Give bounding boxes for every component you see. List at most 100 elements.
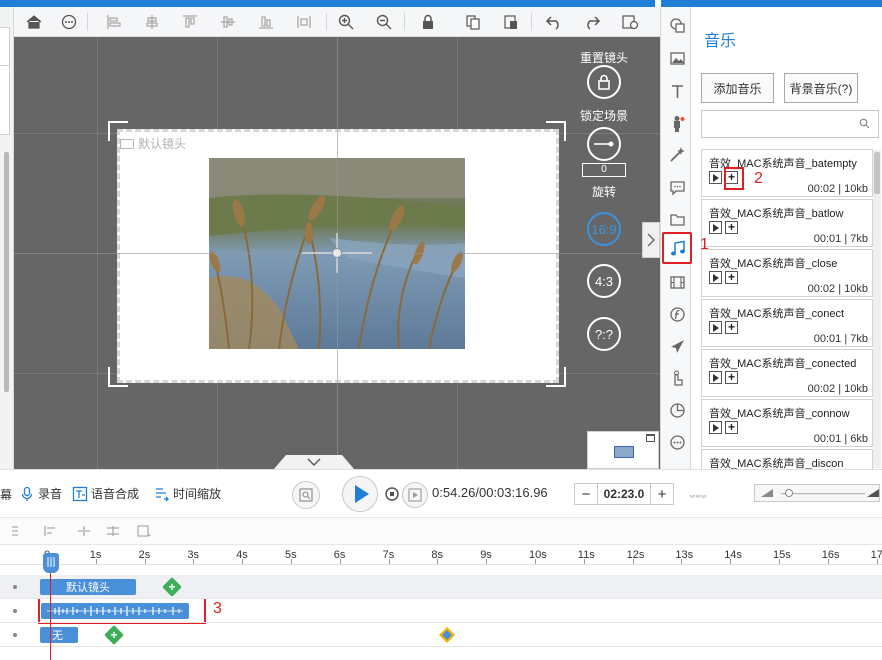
paste-icon[interactable] bbox=[499, 10, 523, 34]
align-left-icon[interactable] bbox=[102, 10, 126, 34]
background-music-button[interactable]: 背景音乐(?) bbox=[784, 73, 858, 103]
rotation-dial[interactable] bbox=[587, 127, 621, 161]
music-list-item[interactable]: 音效_MAC系统声音_discon+ | bbox=[701, 449, 873, 469]
marker-icon[interactable] bbox=[136, 524, 152, 538]
zoom-slider-knob[interactable] bbox=[785, 489, 793, 497]
ratio-custom-button[interactable]: ?:? bbox=[580, 317, 628, 351]
keyframe-marker[interactable] bbox=[439, 627, 455, 643]
playhead-handle[interactable] bbox=[43, 553, 59, 573]
music-list-item[interactable]: 音效_MAC系统声音_batlow +00:01 | 7kb bbox=[701, 199, 873, 247]
plane-icon[interactable] bbox=[665, 334, 689, 358]
mini-preview[interactable] bbox=[587, 431, 659, 469]
stop-icon[interactable] bbox=[384, 486, 400, 502]
maximize-icon[interactable] bbox=[646, 434, 655, 442]
zoom-out-icon[interactable] bbox=[372, 10, 396, 34]
character-icon[interactable] bbox=[665, 111, 689, 135]
shape-icon[interactable] bbox=[665, 13, 689, 37]
align-center-icon[interactable] bbox=[140, 10, 164, 34]
add-to-timeline-icon[interactable]: + bbox=[725, 271, 738, 284]
play-preview-icon[interactable] bbox=[709, 171, 722, 184]
play-preview-icon[interactable] bbox=[709, 371, 722, 384]
effect-clip[interactable]: 无 bbox=[40, 627, 78, 643]
music-list-item[interactable]: 音效_MAC系统声音_connow +00:01 | 6kb bbox=[701, 399, 873, 447]
reset-camera-control[interactable]: 重置镜头 bbox=[580, 49, 628, 66]
more-icon[interactable] bbox=[57, 10, 81, 34]
ratio-16-9-label[interactable]: 16:9 bbox=[587, 212, 621, 246]
editing-canvas[interactable]: 默认镜头 重置镜头 锁定场景 0 旋转 16:9 4:3 ?:? bbox=[14, 37, 660, 469]
play-preview-icon[interactable] bbox=[709, 321, 722, 334]
align-track-left-icon[interactable] bbox=[43, 524, 59, 538]
folder-icon[interactable] bbox=[665, 207, 689, 231]
add-to-timeline-icon[interactable]: + bbox=[725, 371, 738, 384]
duration-value[interactable]: 02:23.0 bbox=[597, 484, 651, 504]
video-icon[interactable] bbox=[665, 270, 689, 294]
ratio-16-9-button[interactable]: 16:9 bbox=[580, 212, 628, 246]
record-button[interactable]: 录音 bbox=[19, 485, 62, 502]
copy-icon[interactable] bbox=[461, 10, 485, 34]
add-to-timeline-icon[interactable]: + bbox=[725, 421, 738, 434]
time-scale-button[interactable]: 时间缩放 bbox=[154, 485, 221, 502]
scene-thumb-box[interactable] bbox=[0, 27, 10, 67]
add-music-button[interactable]: 添加音乐 bbox=[701, 73, 774, 103]
music-list-item[interactable]: 音效_MAC系统声音_close +00:02 | 10kb bbox=[701, 249, 873, 297]
add-effect-keyframe-button[interactable]: + bbox=[104, 625, 124, 645]
play-preview-icon[interactable] bbox=[709, 271, 722, 284]
music-icon[interactable] bbox=[662, 232, 692, 264]
camera-track[interactable]: 默认镜头 + bbox=[0, 575, 882, 599]
redo-icon[interactable] bbox=[580, 10, 604, 34]
scene-thumb-box[interactable] bbox=[0, 65, 10, 135]
formula-icon[interactable] bbox=[665, 302, 689, 326]
ratio-custom-label[interactable]: ?:? bbox=[587, 317, 621, 351]
zoom-in-icon[interactable] bbox=[334, 10, 358, 34]
more-icon[interactable] bbox=[665, 430, 689, 454]
lock-icon[interactable] bbox=[587, 65, 621, 99]
align-middle-icon[interactable] bbox=[216, 10, 240, 34]
preview-frame-button[interactable] bbox=[292, 481, 320, 509]
audio-track[interactable] bbox=[0, 599, 882, 623]
lock-scene-button[interactable]: 锁定场景 bbox=[580, 65, 628, 124]
timeline-tool-icon[interactable] bbox=[10, 524, 26, 538]
zoom-in-triangle-icon[interactable] bbox=[867, 489, 879, 497]
distribute-icon[interactable] bbox=[292, 10, 316, 34]
play-from-here-button[interactable] bbox=[402, 482, 428, 508]
lock-icon[interactable] bbox=[416, 10, 440, 34]
add-to-timeline-icon[interactable]: + bbox=[725, 221, 738, 234]
align-top-icon[interactable] bbox=[178, 10, 202, 34]
search-icon[interactable] bbox=[859, 118, 870, 129]
collapse-timeline-tab[interactable] bbox=[274, 455, 354, 469]
home-icon[interactable] bbox=[22, 10, 46, 34]
split-clip-icon[interactable] bbox=[76, 524, 92, 538]
timeline-ruler[interactable]: 01s2s3s4s5s6s7s8s9s10s11s12s13s14s15s16s… bbox=[0, 545, 882, 565]
merge-clip-icon[interactable] bbox=[105, 524, 121, 538]
rotation-value[interactable]: 0 bbox=[582, 163, 626, 177]
duration-plus-button[interactable]: + bbox=[651, 484, 673, 504]
duration-minus-button[interactable]: − bbox=[575, 484, 597, 504]
music-search-input[interactable] bbox=[701, 110, 879, 138]
timeline-fit-icon[interactable] bbox=[690, 488, 706, 504]
settings-icon[interactable] bbox=[618, 10, 642, 34]
music-list-scrollbar[interactable] bbox=[873, 150, 881, 468]
image-icon[interactable] bbox=[665, 46, 689, 70]
ratio-4-3-button[interactable]: 4:3 bbox=[580, 264, 628, 298]
duration-control[interactable]: − 02:23.0 + bbox=[574, 483, 674, 505]
undo-icon[interactable] bbox=[542, 10, 566, 34]
camera-clip[interactable]: 默认镜头 bbox=[40, 579, 136, 595]
bubble-icon[interactable] bbox=[665, 175, 689, 199]
ratio-4-3-label[interactable]: 4:3 bbox=[587, 264, 621, 298]
zoom-out-triangle-icon[interactable] bbox=[761, 489, 773, 497]
audio-clip[interactable] bbox=[41, 603, 189, 619]
music-list-item[interactable]: 音效_MAC系统声音_conected +00:02 | 10kb bbox=[701, 349, 873, 397]
align-bottom-icon[interactable] bbox=[254, 10, 278, 34]
timeline-zoom-slider[interactable] bbox=[754, 484, 880, 502]
scene-list-scrollbar[interactable] bbox=[4, 152, 9, 392]
tts-button[interactable]: 语音合成 bbox=[72, 485, 139, 502]
text-icon[interactable] bbox=[665, 79, 689, 103]
play-button[interactable] bbox=[342, 476, 378, 512]
effects-icon[interactable] bbox=[665, 142, 689, 166]
panel-collapse-arrow[interactable] bbox=[642, 222, 660, 258]
add-to-timeline-icon[interactable]: + bbox=[725, 321, 738, 334]
effect-track[interactable]: 无 + bbox=[0, 623, 882, 647]
play-preview-icon[interactable] bbox=[709, 421, 722, 434]
partial-left-label[interactable]: 幕 bbox=[0, 486, 12, 503]
rotation-control[interactable]: 0 旋转 bbox=[580, 127, 628, 200]
